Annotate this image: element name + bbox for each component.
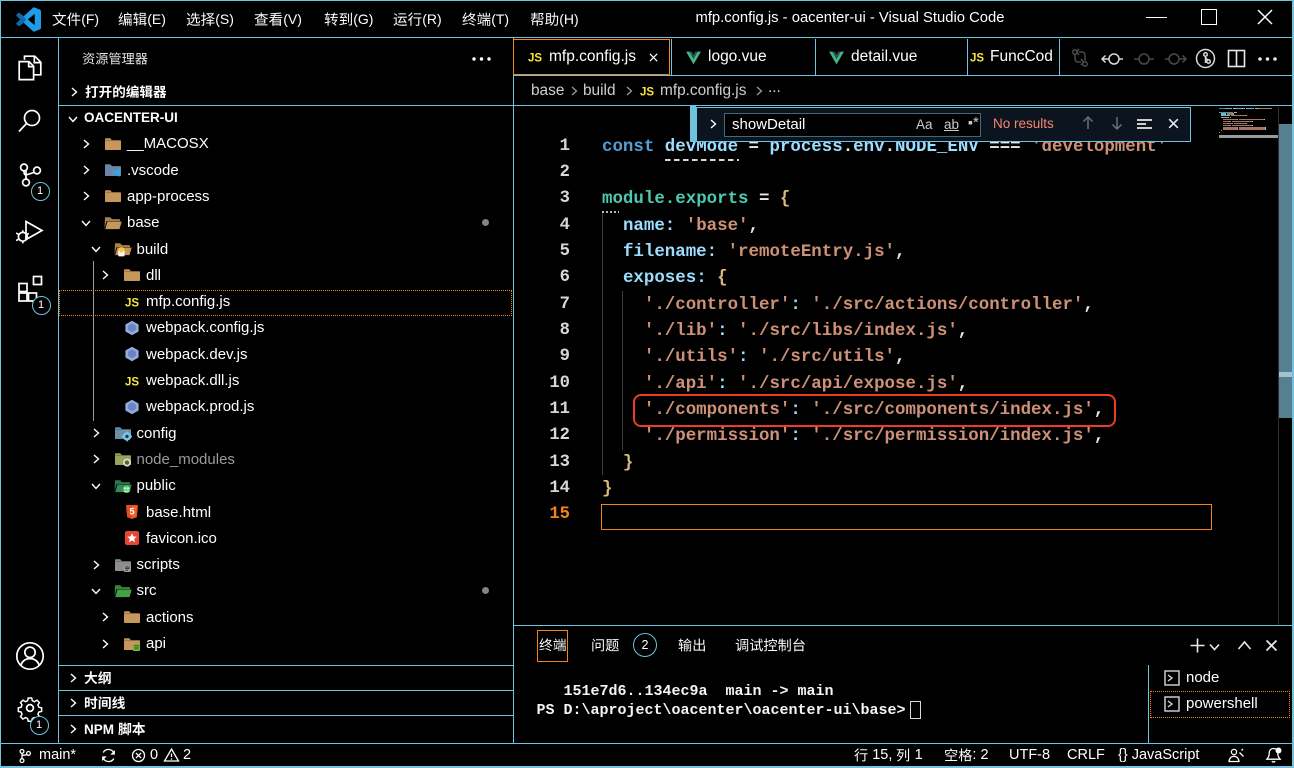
svg-text:JS: JS: [970, 52, 984, 64]
svg-text:5: 5: [129, 507, 134, 517]
svg-text:JS: JS: [640, 86, 654, 98]
svg-text:JS: JS: [125, 376, 139, 388]
svg-text:JS: JS: [528, 52, 542, 64]
